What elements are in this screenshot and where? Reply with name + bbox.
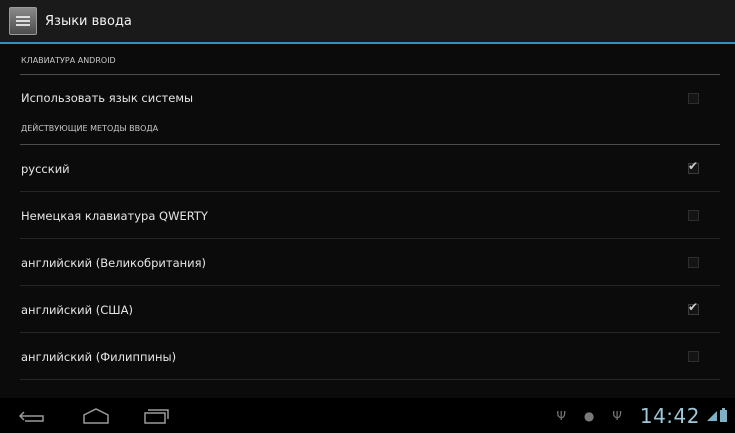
language-checkbox[interactable] <box>688 210 699 221</box>
section-header-active-methods: ДЕЙСТВУЮЩИЕ МЕТОДЫ ВВОДА <box>20 124 720 145</box>
battery-icon <box>720 407 727 426</box>
language-row[interactable]: английский (Великобритания) <box>20 240 720 286</box>
action-bar: Языки ввода <box>0 0 735 44</box>
system-language-label: Использовать язык системы <box>21 91 194 105</box>
back-icon <box>18 411 44 422</box>
language-checkbox[interactable] <box>688 159 699 174</box>
usb-icon: Ψ <box>556 409 566 423</box>
home-icon <box>83 408 109 424</box>
system-language-checkbox[interactable] <box>688 92 699 104</box>
page-title: Языки ввода <box>45 13 132 29</box>
android-debug-icon: ● <box>583 409 595 423</box>
system-language-row[interactable]: Использовать язык системы <box>20 75 720 121</box>
back-button[interactable] <box>15 407 49 425</box>
clock: 14:42 <box>639 404 700 428</box>
usb-icon: Ψ <box>612 409 622 423</box>
language-label: английский (Великобритания) <box>21 255 207 270</box>
recent-apps-button[interactable] <box>139 407 173 425</box>
section-header-android-keyboard: КЛАВИАТУРА ANDROID <box>20 56 720 75</box>
home-button[interactable] <box>79 407 113 425</box>
language-checkbox[interactable] <box>688 300 699 315</box>
language-checkbox[interactable] <box>688 351 699 362</box>
language-label: русский <box>21 161 70 176</box>
settings-list: КЛАВИАТУРА ANDROID Использовать язык сис… <box>20 46 720 398</box>
system-navigation-bar: Ψ ● Ψ 14:42 <box>0 398 735 433</box>
language-label: английский (США) <box>21 302 133 317</box>
language-label: английский (Филиппины) <box>21 349 177 364</box>
language-checkbox[interactable] <box>688 257 699 268</box>
language-row[interactable]: английский (США) <box>20 287 720 333</box>
language-row[interactable]: Немецкая клавиатура QWERTY <box>20 193 720 239</box>
language-row[interactable]: русский <box>20 146 720 192</box>
recent-apps-icon <box>144 409 169 424</box>
signal-icon <box>706 407 718 426</box>
language-row[interactable]: английский (Филиппины) <box>20 334 720 380</box>
settings-app-icon[interactable] <box>9 7 37 35</box>
status-area[interactable]: Ψ ● Ψ 14:42 <box>556 404 727 428</box>
language-label: Немецкая клавиатура QWERTY <box>21 208 208 223</box>
